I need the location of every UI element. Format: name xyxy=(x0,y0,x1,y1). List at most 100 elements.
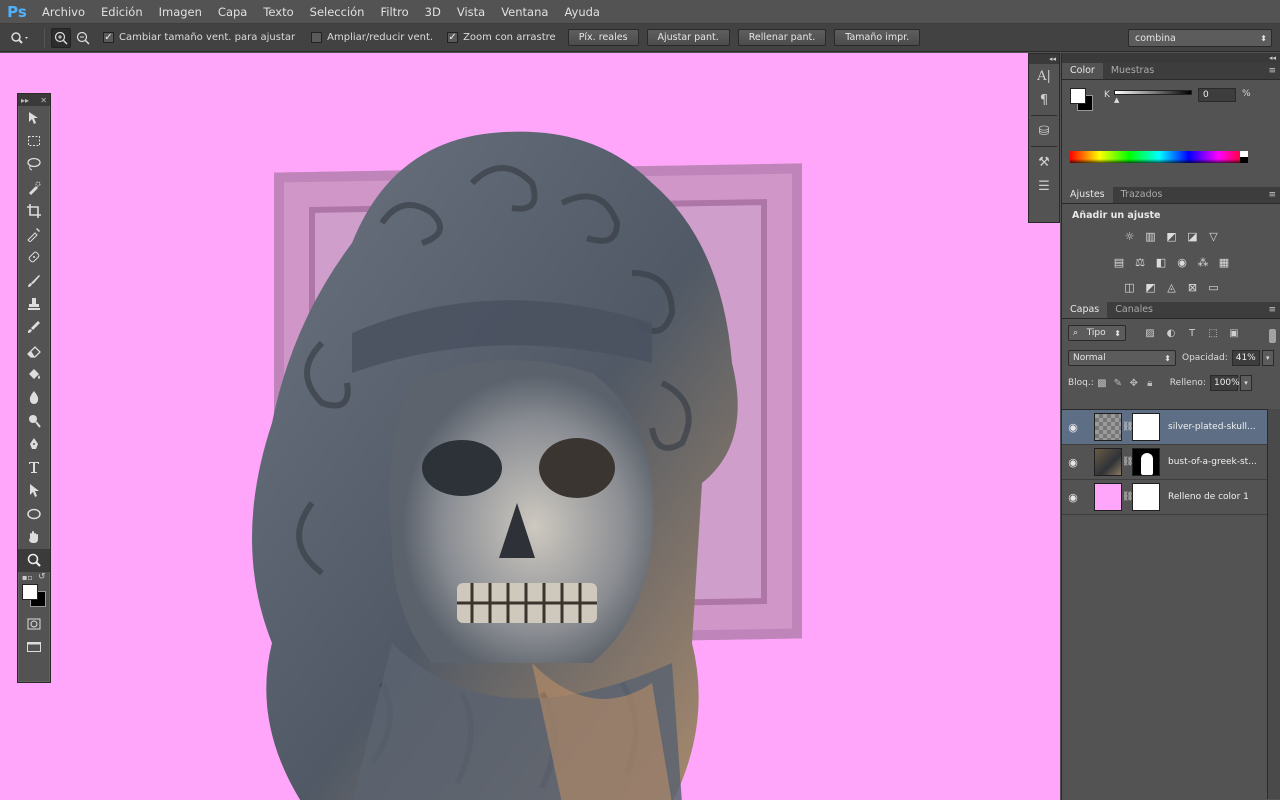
foreground-color-swatch[interactable] xyxy=(22,583,38,600)
quick-mask-button[interactable] xyxy=(18,612,50,635)
menu-ayuda[interactable]: Ayuda xyxy=(556,0,608,24)
brush-presets-button[interactable]: ⛁ xyxy=(1029,119,1059,143)
tool-preset-picker[interactable] xyxy=(0,24,40,52)
posterize-icon[interactable]: ◩ xyxy=(1142,279,1159,296)
threshold-icon[interactable]: ◬ xyxy=(1163,279,1180,296)
menu-filtro[interactable]: Filtro xyxy=(372,0,416,24)
visibility-eye-icon[interactable]: ◉ xyxy=(1062,491,1084,504)
curves-icon[interactable]: ◩ xyxy=(1163,228,1180,245)
layer-name[interactable]: Relleno de color 1 xyxy=(1168,492,1264,502)
lock-all-icon[interactable]: 🔒︎ xyxy=(1142,378,1158,389)
blend-mode-select[interactable]: Normal ⬍ xyxy=(1068,350,1176,366)
path-selection-tool[interactable] xyxy=(18,479,50,502)
brightness-contrast-icon[interactable]: ☼ xyxy=(1121,228,1138,245)
gradient-map-icon[interactable]: ▭ xyxy=(1205,279,1222,296)
spot-healing-tool[interactable] xyxy=(18,246,50,269)
lock-position-icon[interactable]: ✥ xyxy=(1126,378,1142,389)
clone-stamp-tool[interactable] xyxy=(18,292,50,315)
color-spectrum-ramp[interactable] xyxy=(1070,151,1248,163)
lasso-tool[interactable] xyxy=(18,153,50,176)
zoom-out-button[interactable] xyxy=(73,28,93,48)
hue-saturation-icon[interactable]: ▤ xyxy=(1111,254,1128,271)
menu-edicion[interactable]: Edición xyxy=(93,0,151,24)
eraser-tool[interactable] xyxy=(18,339,50,362)
tab-swatches[interactable]: Muestras xyxy=(1103,63,1162,79)
layer-mask-thumbnail[interactable] xyxy=(1132,448,1160,476)
dock-collapse-icon[interactable]: ◂◂ xyxy=(1029,54,1059,64)
menu-texto[interactable]: Texto xyxy=(255,0,301,24)
fill-dropdown-icon[interactable]: ▾ xyxy=(1239,375,1252,391)
visibility-eye-icon[interactable]: ◉ xyxy=(1062,456,1084,469)
checkbox-box[interactable] xyxy=(311,32,323,43)
opacity-field[interactable]: 41% xyxy=(1231,350,1260,366)
filter-toggle-switch[interactable] xyxy=(1269,329,1276,343)
layer-row[interactable]: ◉ ⛓ Relleno de color 1 xyxy=(1062,480,1268,515)
brush-tool[interactable] xyxy=(18,269,50,292)
tools-panel-header[interactable]: ▸▸ ✕ xyxy=(18,94,50,106)
scrubby-zoom-checkbox[interactable]: ✓ Zoom con arrastre xyxy=(447,32,556,43)
panel-menu-icon[interactable]: ≡ xyxy=(1268,66,1276,76)
filter-smart-object-icon[interactable]: ▣ xyxy=(1226,328,1242,339)
filter-kind-select[interactable]: ⌕ Tipo ⬍ xyxy=(1068,325,1126,341)
link-chain-icon[interactable]: ⛓ xyxy=(1122,457,1133,467)
tab-channels[interactable]: Canales xyxy=(1107,302,1161,318)
menu-vista[interactable]: Vista xyxy=(449,0,493,24)
vibrance-icon[interactable]: ▽ xyxy=(1205,228,1222,245)
color-lookup-icon[interactable]: ▦ xyxy=(1216,254,1233,271)
levels-icon[interactable]: ▥ xyxy=(1142,228,1159,245)
black-white-ramp[interactable] xyxy=(1240,151,1248,163)
layer-row[interactable]: ◉ ⛓ silver-plated-skull... xyxy=(1062,410,1268,445)
filter-adjustment-icon[interactable]: ◐ xyxy=(1163,328,1179,339)
tab-layers[interactable]: Capas xyxy=(1062,302,1108,318)
tab-adjustments[interactable]: Ajustes xyxy=(1062,187,1113,203)
filter-shape-icon[interactable]: ⬚ xyxy=(1205,328,1221,339)
menu-ventana[interactable]: Ventana xyxy=(493,0,556,24)
workspace-select[interactable]: combina ⬍ xyxy=(1128,29,1272,47)
document-canvas[interactable] xyxy=(0,53,1060,800)
swap-colors-icon[interactable]: ↺ xyxy=(38,572,46,582)
color-balance-icon[interactable]: ⚖ xyxy=(1132,254,1149,271)
tab-color[interactable]: Color xyxy=(1062,63,1103,79)
k-value-field[interactable]: 0 xyxy=(1198,88,1236,102)
filter-pixel-icon[interactable]: ▨ xyxy=(1142,328,1158,339)
fit-screen-button[interactable]: Ajustar pant. xyxy=(646,29,730,46)
visibility-eye-icon[interactable]: ◉ xyxy=(1062,421,1084,434)
fill-screen-button[interactable]: Rellenar pant. xyxy=(737,29,827,46)
menu-imagen[interactable]: Imagen xyxy=(151,0,210,24)
move-tool[interactable] xyxy=(18,106,50,129)
collapse-icon[interactable]: ▸▸ xyxy=(21,96,29,105)
checkbox-box[interactable]: ✓ xyxy=(103,32,114,43)
screen-mode-button[interactable] xyxy=(18,635,50,658)
dock-header[interactable]: ◂◂ xyxy=(1062,53,1280,63)
actual-pixels-button[interactable]: Píx. reales xyxy=(567,29,639,46)
lock-pixels-icon[interactable]: ✎ xyxy=(1110,378,1126,389)
filter-type-icon[interactable]: T xyxy=(1184,328,1200,339)
tool-presets-button[interactable]: ⚒ xyxy=(1029,150,1059,174)
zoom-all-windows-checkbox[interactable]: Ampliar/reducir vent. xyxy=(311,32,433,43)
blur-tool[interactable] xyxy=(18,386,50,409)
black-white-icon[interactable]: ◧ xyxy=(1153,254,1170,271)
channel-mixer-icon[interactable]: ⁂ xyxy=(1195,254,1212,271)
type-tool[interactable] xyxy=(18,455,50,478)
hand-tool[interactable] xyxy=(18,525,50,548)
checkbox-box[interactable]: ✓ xyxy=(447,32,459,43)
selective-color-icon[interactable]: ⊠ xyxy=(1184,279,1201,296)
k-slider[interactable] xyxy=(1114,90,1192,95)
opacity-dropdown-icon[interactable]: ▾ xyxy=(1261,350,1274,366)
dodge-tool[interactable] xyxy=(18,409,50,432)
fill-field[interactable]: 100% xyxy=(1209,375,1240,391)
marquee-tool[interactable] xyxy=(18,129,50,152)
shape-tool[interactable] xyxy=(18,502,50,525)
panel-menu-icon[interactable]: ≡ xyxy=(1268,190,1276,200)
photo-filter-icon[interactable]: ◉ xyxy=(1174,254,1191,271)
pen-tool[interactable] xyxy=(18,432,50,455)
character-panel-button[interactable]: A| xyxy=(1029,64,1059,88)
close-icon[interactable]: ✕ xyxy=(40,96,47,105)
crop-tool[interactable] xyxy=(18,199,50,222)
paragraph-panel-button[interactable]: ¶ xyxy=(1029,88,1059,112)
menu-seleccion[interactable]: Selección xyxy=(302,0,373,24)
menu-3d[interactable]: 3D xyxy=(417,0,449,24)
zoom-in-button[interactable] xyxy=(51,27,71,48)
lock-transparency-icon[interactable]: ▩ xyxy=(1094,378,1110,389)
link-chain-icon[interactable]: ⛓ xyxy=(1122,492,1133,502)
